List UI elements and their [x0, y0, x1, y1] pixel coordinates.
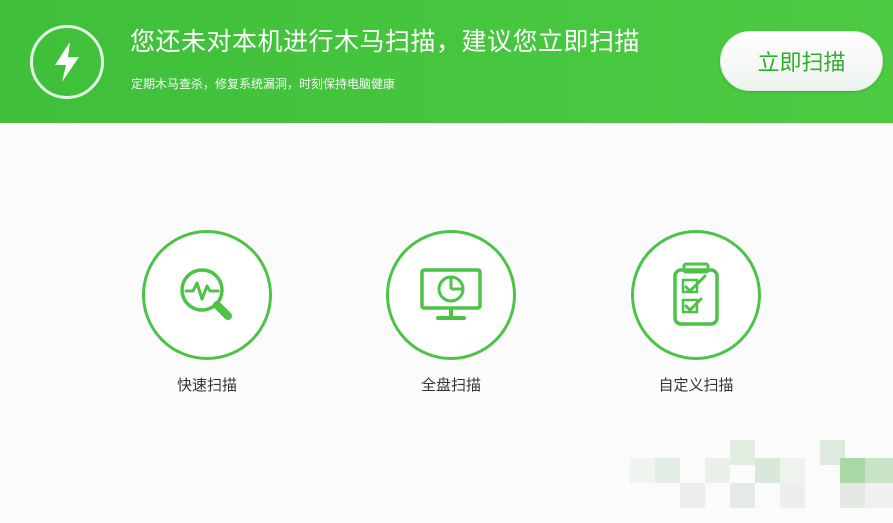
scan-warning-subtitle: 定期木马查杀，修复系统漏洞，时刻保持电脑健康 — [131, 77, 396, 91]
monitor-pie-icon — [420, 268, 482, 320]
pixelated-watermark — [630, 440, 893, 523]
lightning-icon — [30, 25, 104, 99]
quick-scan-button[interactable] — [142, 230, 272, 360]
magnifier-pulse-icon — [180, 268, 232, 320]
custom-scan-button[interactable] — [631, 230, 761, 360]
scan-warning-title: 您还未对本机进行木马扫描，建议您立即扫描 — [130, 27, 641, 56]
custom-scan-option[interactable]: 自定义扫描 — [631, 230, 761, 395]
scan-now-button[interactable]: 立即扫描 — [720, 31, 883, 91]
status-banner: 您还未对本机进行木马扫描，建议您立即扫描 定期木马查杀，修复系统漏洞，时刻保持电… — [0, 0, 893, 123]
full-scan-label: 全盘扫描 — [420, 376, 481, 394]
full-scan-button[interactable] — [386, 230, 516, 360]
quick-scan-option[interactable]: 快速扫描 — [142, 230, 272, 395]
custom-scan-label: 自定义扫描 — [658, 376, 734, 394]
full-scan-option[interactable]: 全盘扫描 — [386, 230, 516, 395]
quick-scan-label: 快速扫描 — [176, 376, 237, 394]
checklist-icon — [673, 262, 719, 326]
